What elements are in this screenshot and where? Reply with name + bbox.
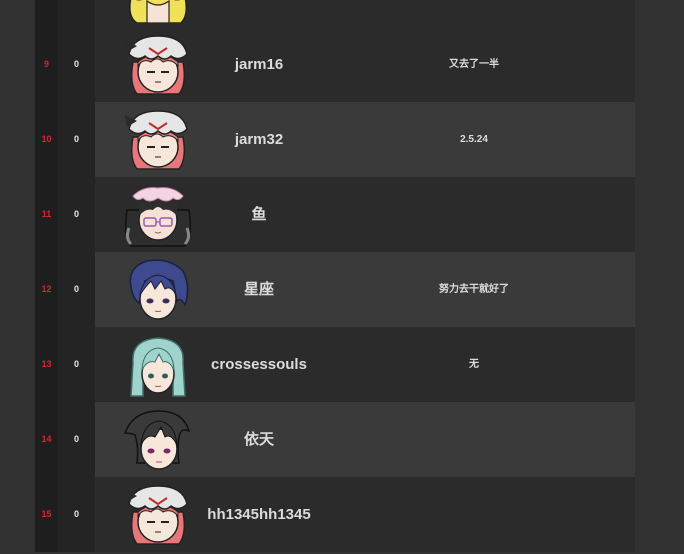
- yellow-hair-avatar-icon[interactable]: [123, 0, 193, 23]
- rank-column-cell: [35, 0, 58, 27]
- score-value: 0: [73, 209, 79, 219]
- rank-number: 9: [43, 59, 49, 69]
- player-name: 鱼: [251, 206, 267, 223]
- rank-number: 11: [41, 209, 52, 219]
- rank-number: 12: [41, 284, 52, 294]
- player-name: 依天: [243, 431, 274, 448]
- rank-number: 10: [41, 134, 52, 144]
- score-value: 0: [73, 59, 79, 69]
- leaderboard-table: 9 0 jarm16 又去了一半 10 0 jarm32 2.5.24 11 0…: [35, 0, 635, 552]
- table-row: 11 0 鱼: [35, 177, 635, 252]
- rank-number: 14: [41, 434, 52, 444]
- score-value: 0: [73, 434, 79, 444]
- remilia-avatar-icon[interactable]: [123, 482, 193, 548]
- player-name: 星座: [243, 281, 274, 298]
- player-name: jarm32: [234, 131, 284, 148]
- table-row: 14 0 依天: [35, 402, 635, 477]
- player-name: jarm16: [234, 56, 284, 73]
- table-row: 9 0 jarm16 又去了一半: [35, 27, 635, 102]
- player-status: 无: [469, 359, 479, 370]
- score-value: 0: [73, 359, 79, 369]
- score-value: 0: [73, 509, 79, 519]
- remilia-avatar-icon[interactable]: [123, 32, 193, 98]
- rank-number: 13: [41, 359, 52, 369]
- player-status: 努力去干就好了: [439, 284, 509, 295]
- table-row: [35, 0, 635, 27]
- player-status: 2.5.24: [460, 134, 488, 145]
- blue-hair-avatar-icon[interactable]: [123, 257, 193, 323]
- score-value: 0: [73, 284, 79, 294]
- player-name: hh1345hh1345: [207, 506, 311, 523]
- score-value: 0: [73, 134, 79, 144]
- teal-hair-avatar-icon[interactable]: [123, 332, 193, 398]
- table-row: 12 0 星座 努力去干就好了: [35, 252, 635, 327]
- player-name: crossessouls: [211, 356, 307, 373]
- glasses-maid-avatar-icon[interactable]: [123, 182, 193, 248]
- black-hair-avatar-icon[interactable]: [123, 407, 193, 473]
- rank-number: 15: [41, 509, 52, 519]
- player-status: 又去了一半: [449, 59, 499, 70]
- score-column-cell: [58, 0, 95, 27]
- table-row: 13 0 crossessouls 无: [35, 327, 635, 402]
- table-row: 10 0 jarm32 2.5.24: [35, 102, 635, 177]
- table-row: 15 0 hh1345hh1345: [35, 477, 635, 552]
- remilia-avatar-icon[interactable]: [123, 107, 193, 173]
